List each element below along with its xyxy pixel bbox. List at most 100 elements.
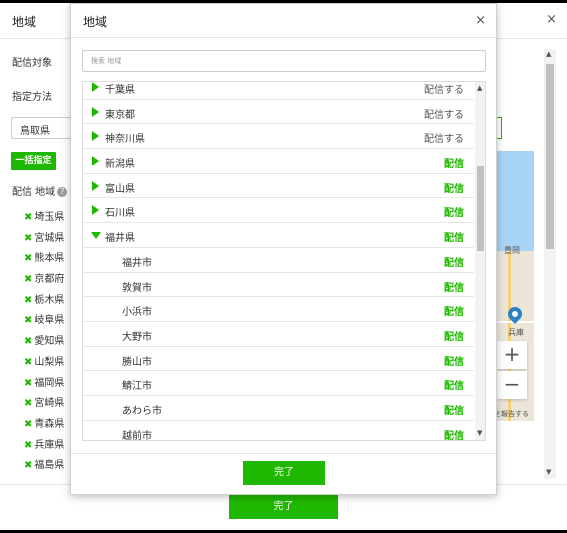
selected-prefecture-item: ✖ 青森県 (24, 415, 64, 436)
city-row[interactable]: 越前市 配信 (83, 421, 474, 441)
prefecture-row[interactable]: 新潟県 配信 (83, 149, 474, 174)
close-icon[interactable]: × (475, 13, 486, 28)
zoom-in-button[interactable]: + (497, 341, 527, 369)
remove-icon[interactable]: ✖ (24, 233, 32, 244)
modal-scrollbar[interactable]: ▲ ▼ (475, 82, 485, 440)
selected-prefecture-item: ✖ 愛知県 (24, 332, 64, 353)
deliver-toggle[interactable]: 配信する (424, 106, 464, 121)
city-row[interactable]: あわら市 配信 (83, 396, 474, 421)
map-report-link[interactable]: を報告する (494, 409, 529, 419)
remove-icon[interactable]: ✖ (24, 460, 32, 471)
selected-prefecture-item: ✖ 山梨県 (24, 353, 64, 374)
prefecture-row[interactable]: 神奈川県 配信する (83, 124, 474, 150)
bulk-assign-button[interactable]: 一括指定 (11, 152, 56, 170)
modal-scrollbar-thumb[interactable] (477, 166, 484, 251)
scroll-up-icon[interactable]: ▲ (477, 84, 482, 92)
deliver-toggle[interactable]: 配信 (444, 204, 464, 219)
prefecture-name: 熊本県 (34, 253, 65, 265)
background-scrollbar[interactable]: ▲ ▼ (544, 49, 556, 479)
prefecture-name: 宮城県 (34, 232, 65, 244)
region-name: 越前市 (122, 430, 152, 441)
remove-icon[interactable]: ✖ (24, 336, 32, 347)
selected-prefecture-item: ✖ 埼玉県 (24, 208, 64, 229)
region-name: 神奈川県 (105, 134, 145, 146)
city-row[interactable]: 鯖江市 配信 (83, 371, 474, 396)
region-name: 福井県 (105, 233, 135, 245)
zoom-out-button[interactable]: − (497, 371, 527, 399)
deliver-toggle[interactable]: 配信 (444, 303, 464, 318)
deliver-toggle[interactable]: 配信 (444, 427, 464, 440)
deliver-toggle[interactable]: 配信する (424, 130, 464, 145)
expand-right-icon[interactable] (92, 205, 99, 216)
background-done-button[interactable]: 完了 (229, 495, 338, 519)
method-label: 指定方法 (12, 92, 52, 103)
remove-icon[interactable]: ✖ (24, 357, 32, 368)
prefecture-row[interactable]: 千葉県 配信する (83, 82, 474, 100)
remove-icon[interactable]: ✖ (24, 398, 32, 409)
deliver-toggle[interactable]: 配信 (444, 402, 464, 417)
scroll-down-icon[interactable]: ▼ (546, 468, 551, 476)
prefecture-name: 栃木県 (34, 294, 65, 306)
region-search-input[interactable]: 検索 地域 (82, 50, 486, 72)
region-name: あわら市 (122, 405, 162, 417)
map-city-label: 豊岡 (504, 246, 520, 255)
expand-right-icon[interactable] (92, 180, 99, 191)
city-row[interactable]: 大野市 配信 (83, 322, 474, 347)
prefecture-row[interactable]: 富山県 配信 (83, 174, 474, 199)
deliver-toggle[interactable]: 配信 (444, 353, 464, 368)
prefecture-row[interactable]: 福井県 配信 (83, 223, 474, 248)
selected-prefecture-item: ✖ 岐阜県 (24, 311, 64, 332)
prefecture-row[interactable]: 東京都 配信する (83, 100, 474, 125)
deliver-toggle[interactable]: 配信 (444, 254, 464, 269)
expand-right-icon[interactable] (92, 131, 99, 142)
region-rows: 千葉県 配信する 東京都 配信する 神奈川県 配信する 新潟県 配信 富山県 配信 石川県 配信 福井県… (83, 82, 474, 441)
scroll-up-icon[interactable]: ▲ (546, 50, 551, 58)
prefecture-name: 京都府 (34, 274, 65, 286)
deliver-toggle[interactable]: 配信 (444, 180, 464, 195)
scroll-down-icon[interactable]: ▼ (477, 429, 482, 437)
deliver-toggle[interactable]: 配信 (444, 229, 464, 244)
help-icon[interactable]: ? (57, 187, 68, 197)
deliver-toggle[interactable]: 配信 (444, 279, 464, 294)
city-row[interactable]: 小浜市 配信 (83, 297, 474, 322)
expand-right-icon[interactable] (92, 156, 99, 167)
expand-right-icon[interactable] (92, 82, 99, 92)
city-row[interactable]: 勝山市 配信 (83, 347, 474, 372)
remove-icon[interactable]: ✖ (24, 212, 32, 223)
selected-prefecture-item: ✖ 栃木県 (24, 291, 64, 312)
background-scrollbar-thumb[interactable] (546, 64, 554, 249)
modal-title: 地域 (83, 15, 108, 29)
remove-icon[interactable]: ✖ (24, 440, 32, 451)
prefecture-select[interactable]: 鳥取県 (11, 117, 71, 139)
prefecture-name: 山梨県 (34, 356, 65, 368)
map-sea (494, 151, 534, 251)
deliver-toggle[interactable]: 配信 (444, 328, 464, 343)
background-close-icon[interactable]: × (546, 12, 557, 27)
remove-icon[interactable]: ✖ (24, 295, 32, 306)
remove-icon[interactable]: ✖ (24, 419, 32, 430)
city-row[interactable]: 福井市 配信 (83, 248, 474, 273)
prefecture-row[interactable]: 石川県 配信 (83, 198, 474, 224)
remove-icon[interactable]: ✖ (24, 274, 32, 285)
region-name: 千葉県 (105, 85, 135, 96)
deliver-toggle[interactable]: 配信する (424, 82, 464, 96)
region-name: 東京都 (105, 109, 135, 121)
region-name: 大野市 (122, 331, 152, 343)
city-row[interactable]: 敦賀市 配信 (83, 273, 474, 298)
deliver-toggle[interactable]: 配信 (444, 377, 464, 392)
region-name: 新潟県 (105, 159, 135, 171)
region-name: 福井市 (122, 257, 152, 269)
expand-right-icon[interactable] (92, 106, 99, 117)
region-name: 敦賀市 (122, 282, 152, 294)
done-button[interactable]: 完了 (243, 461, 325, 485)
remove-icon[interactable]: ✖ (24, 253, 32, 264)
remove-icon[interactable]: ✖ (24, 315, 32, 326)
expand-down-icon[interactable] (91, 232, 101, 240)
remove-icon[interactable]: ✖ (24, 378, 32, 389)
selected-prefecture-item: ✖ 京都府 (24, 270, 64, 291)
region-modal: 地域 × 検索 地域 千葉県 配信する 東京都 配信する 神奈川県 配信する 新潟県 配信 富山… (70, 3, 497, 495)
prefecture-name: 埼玉県 (34, 212, 65, 223)
prefecture-name: 青森県 (34, 418, 65, 430)
deliver-toggle[interactable]: 配信 (444, 155, 464, 170)
background-dialog-title: 地域 (12, 15, 37, 29)
